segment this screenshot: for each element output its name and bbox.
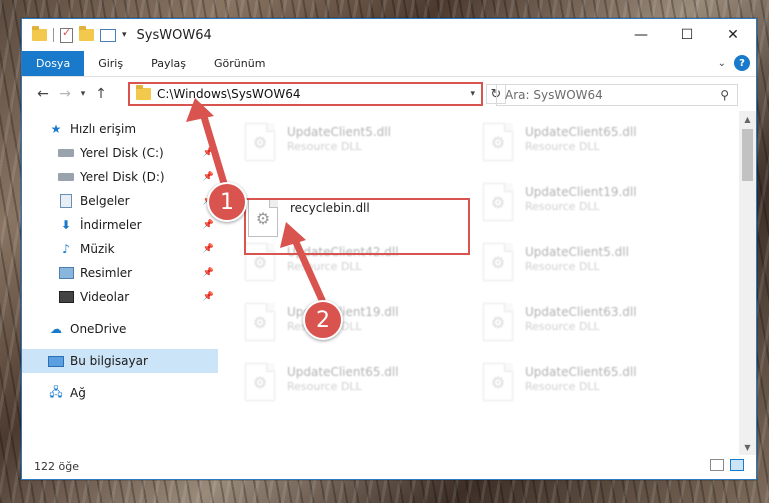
arrow-to-address-bar <box>198 106 230 194</box>
arrow-to-file <box>291 236 326 304</box>
annotation-arrows <box>186 98 326 304</box>
arrow-head-2 <box>280 222 306 248</box>
step-2-badge: 2 <box>303 300 343 340</box>
arrow-head-1 <box>186 98 214 122</box>
step-1-badge: 1 <box>207 182 247 222</box>
